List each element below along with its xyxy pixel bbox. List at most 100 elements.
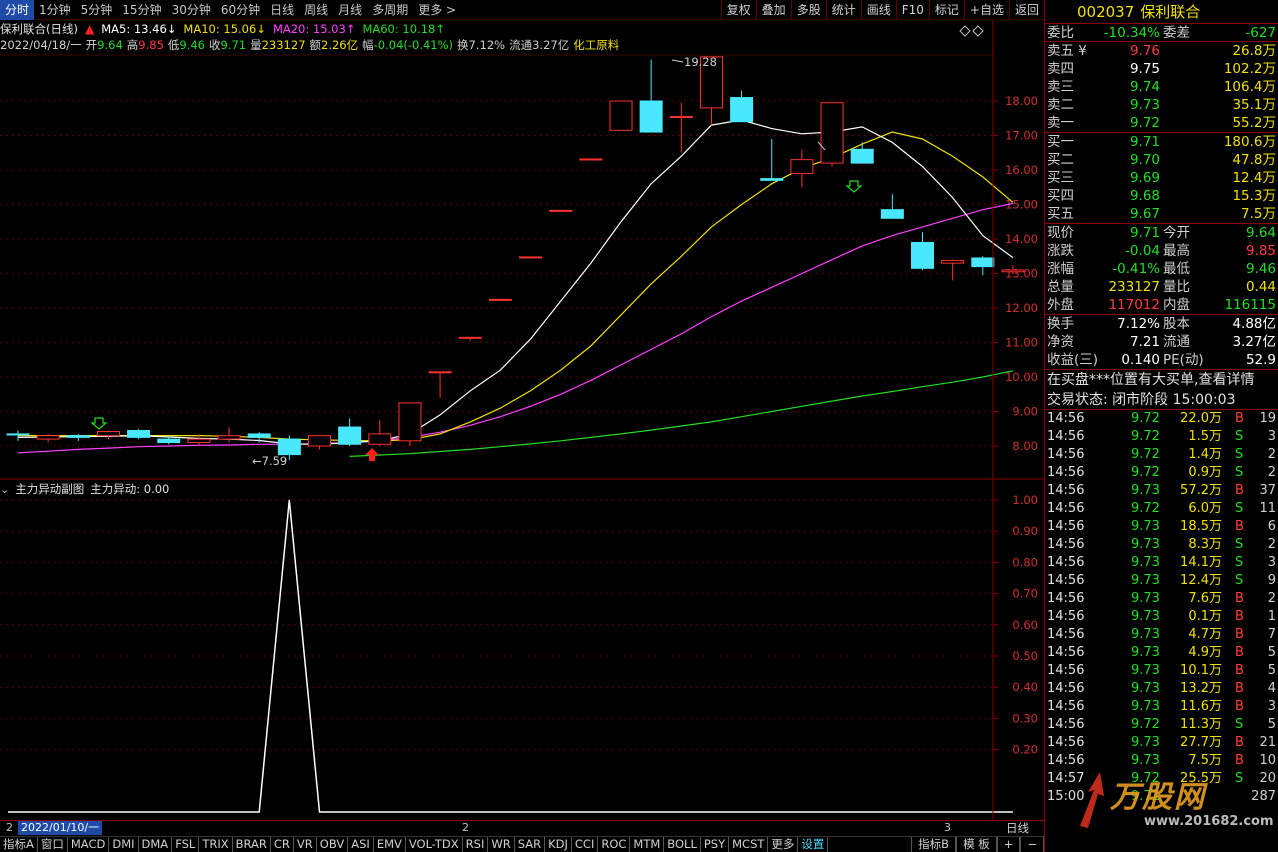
indicator-tab[interactable]: 更多: [768, 837, 799, 852]
big-order-notice[interactable]: 在买盘***位置有大买单,查看详情: [1045, 370, 1278, 390]
indicator-tab[interactable]: ASI: [348, 837, 374, 852]
tool-button[interactable]: 画线: [860, 0, 896, 20]
tick-side: S: [1235, 573, 1244, 588]
period-tab[interactable]: 日线: [265, 0, 299, 20]
tick-price: 9.73: [1131, 483, 1160, 498]
indicator-tab[interactable]: 窗口: [38, 837, 68, 852]
period-tab[interactable]: 5分钟: [76, 0, 118, 20]
period-tab[interactable]: 分时: [0, 0, 35, 20]
indicator-tab[interactable]: VR: [294, 837, 317, 852]
tick-price: 9.73: [1131, 627, 1160, 642]
tool-button[interactable]: 统计: [825, 0, 861, 20]
fundamental-label: 流通: [1163, 334, 1190, 350]
indicator-tab[interactable]: PSY: [701, 837, 730, 852]
tick-row: 14:56 9.73 18.5万 B 6: [1045, 518, 1278, 536]
tick-time: 14:56: [1047, 717, 1085, 732]
indicator-tab[interactable]: 设置: [798, 837, 829, 852]
tool-button[interactable]: 复权: [720, 0, 756, 20]
tick-row: 14:56 9.73 7.6万 B 2: [1045, 590, 1278, 608]
tool-button[interactable]: 叠加: [755, 0, 791, 20]
tick-side: B: [1235, 483, 1244, 498]
period-tab[interactable]: 多周期: [367, 0, 413, 20]
period-tab[interactable]: 1分钟: [34, 0, 76, 20]
indicator-tab[interactable]: EMV: [374, 837, 406, 852]
indicator-tab[interactable]: CR: [271, 837, 294, 852]
indicator-tab[interactable]: DMI: [109, 837, 139, 852]
buy-signal-arrow-icon: [365, 448, 379, 461]
industry-label[interactable]: 化工原料: [573, 37, 619, 53]
indicator-tab[interactable]: FSL: [172, 837, 200, 852]
stat-value: -0.41%: [1112, 261, 1160, 277]
tool-button[interactable]: 标记: [928, 0, 964, 20]
date-axis-row: 2 2022/01/10/一 2 3 日线: [0, 820, 1044, 835]
stat-label: 最低: [1163, 261, 1190, 277]
stat-value: 0.44: [1245, 279, 1276, 295]
stat-row: 涨跌 -0.04 最高 9.85: [1045, 242, 1278, 260]
tick-count: 3: [1267, 429, 1276, 444]
tick-volume: 7.6万: [1188, 591, 1222, 606]
tick-volume: 4.9万: [1188, 645, 1222, 660]
period-tab[interactable]: 周线: [299, 0, 333, 20]
tool-button[interactable]: +自选: [963, 0, 1009, 20]
tick-list[interactable]: 14:56 9.72 22.0万 B 19 14:56 9.72 1.5万 S 3 14:56 9.7…: [1045, 410, 1278, 806]
indicator-tab[interactable]: TRIX: [199, 837, 233, 852]
indicator-right-button[interactable]: −: [1020, 837, 1044, 852]
tick-count: 37: [1259, 483, 1276, 498]
chevron-down-icon[interactable]: ⌄: [0, 483, 9, 496]
info-date: 2022/04/18/一: [0, 38, 82, 52]
tick-count: 2: [1267, 537, 1276, 552]
bid-label: 买一: [1047, 134, 1074, 150]
candle-body: [1001, 269, 1025, 273]
indicator-tab[interactable]: KDJ: [545, 837, 572, 852]
indicator-tab[interactable]: DMA: [139, 837, 173, 852]
indicator-tab[interactable]: CCI: [572, 837, 599, 852]
indicator-right-button[interactable]: 指标B: [911, 837, 957, 852]
tick-time: 14:56: [1047, 591, 1085, 606]
fundamental-value: 4.88亿: [1232, 316, 1276, 332]
indicator-tab[interactable]: SAR: [515, 837, 546, 852]
tick-price: 9.73: [1131, 699, 1160, 714]
tick-time: 14:56: [1047, 681, 1085, 696]
indicator-tab[interactable]: OBV: [317, 837, 349, 852]
stat-label: 涨幅: [1047, 261, 1074, 277]
tick-volume: 4.7万: [1188, 627, 1222, 642]
indicator-tab[interactable]: BOLL: [664, 837, 701, 852]
indicator-tab[interactable]: VOL-TDX: [406, 837, 463, 852]
tool-button[interactable]: F10: [895, 0, 929, 20]
candle-body: [579, 158, 603, 161]
period-tab[interactable]: 更多 >: [413, 0, 461, 20]
indicator-tab[interactable]: WR: [488, 837, 515, 852]
tick-count: 1: [1267, 609, 1276, 624]
indicator-tab[interactable]: 指标A: [0, 837, 38, 852]
candle-body: [790, 159, 814, 174]
bid-row: 买四 9.68 15.3万: [1045, 187, 1278, 205]
tick-time: 14:56: [1047, 735, 1085, 750]
tick-time: 14:56: [1047, 537, 1085, 552]
bid-price: 9.68: [1129, 188, 1160, 204]
indicator-tab[interactable]: BRAR: [233, 837, 271, 852]
indicator-right-button[interactable]: 模 板: [956, 837, 997, 852]
stat-label: 内盘: [1163, 297, 1190, 313]
indicator-tab[interactable]: MCST: [729, 837, 769, 852]
indicator-tab[interactable]: MTM: [630, 837, 665, 852]
indicator-tab[interactable]: RSI: [463, 837, 489, 852]
kline-chart[interactable]: 18.0017.0016.0015.0014.0013.0012.0011.00…: [0, 0, 1044, 822]
tick-volume: 12.4万: [1180, 573, 1222, 588]
tick-count: 287: [1251, 789, 1276, 804]
tool-button[interactable]: 返回: [1008, 0, 1044, 20]
ask-row: 卖三 9.74 106.4万: [1045, 78, 1278, 96]
candle-body: [639, 100, 663, 133]
tool-button[interactable]: 多股: [790, 0, 826, 20]
fundamental-label: 换手: [1047, 316, 1074, 332]
indicator-tab[interactable]: ROC: [598, 837, 631, 852]
candle-body: [398, 402, 422, 442]
fundamental-value: 7.12%: [1117, 316, 1160, 332]
candle-body: [549, 209, 573, 212]
period-tab[interactable]: 月线: [333, 0, 367, 20]
period-tab[interactable]: 30分钟: [167, 0, 216, 20]
period-tab[interactable]: 15分钟: [117, 0, 166, 20]
period-tab[interactable]: 60分钟: [216, 0, 265, 20]
indicator-tab[interactable]: MACD: [68, 837, 110, 852]
sub-axis-label: 0.60: [1012, 618, 1038, 632]
indicator-right-button[interactable]: +: [996, 837, 1021, 852]
